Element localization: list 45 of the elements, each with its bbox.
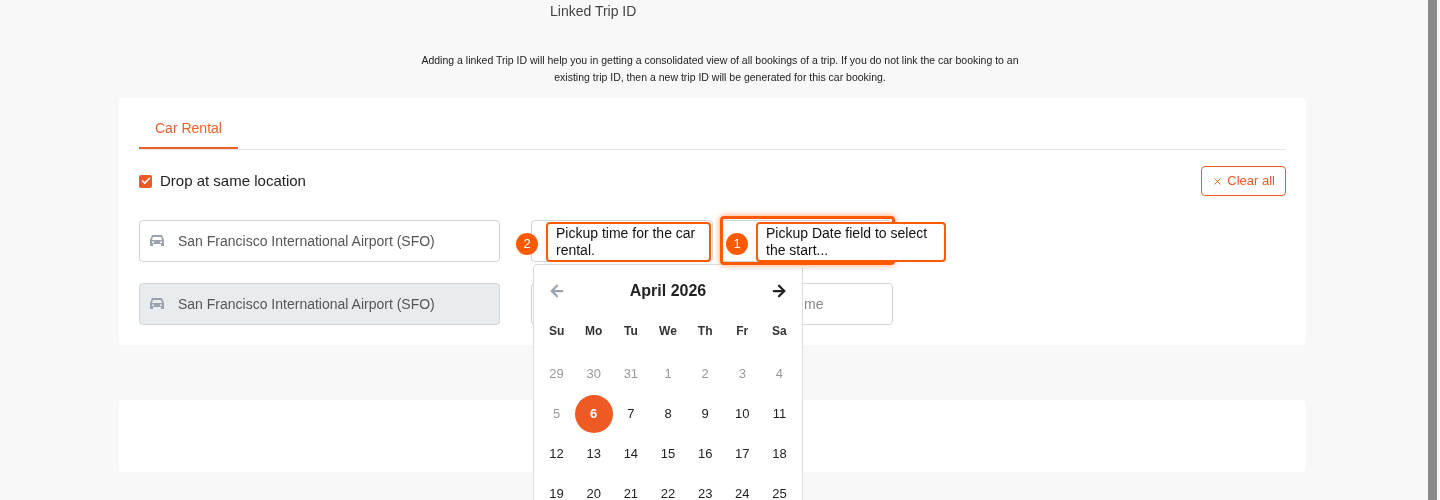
calendar-day[interactable]: 8 (649, 395, 687, 433)
calendar-day[interactable]: 22 (649, 475, 687, 500)
info-text: Adding a linked Trip ID will help you in getting a consolidated view of all bookings of a trip. If you do not link the car booking to an existing trip ID, then a new trip ID will be generated for this car booking. (420, 53, 1020, 85)
location-value: San Francisco International Airport (SFO) (178, 294, 435, 314)
weekday-label: Sa (771, 323, 788, 340)
calendar-day[interactable]: 7 (611, 395, 650, 433)
calendar-day[interactable]: 21 (611, 475, 650, 500)
close-icon (1212, 175, 1224, 187)
location-value: San Francisco International Airport (SFO) (178, 231, 435, 251)
weekday-label: Su (547, 323, 566, 340)
calendar-day[interactable]: 24 (723, 475, 762, 500)
calendar-day[interactable]: 14 (611, 435, 650, 473)
calendar-day[interactable]: 12 (537, 435, 576, 473)
tab[interactable]: Car Rental (139, 110, 238, 149)
weekday-label: Tu (622, 323, 639, 340)
month-title: April 2026 (629, 281, 707, 301)
callout-tooltip: Pickup time for the car rental. (546, 222, 711, 262)
field-label: Linked Trip ID (550, 1, 637, 21)
calendar-day[interactable]: 23 (686, 475, 725, 500)
weekday-label: Mo (584, 323, 604, 340)
next-month-icon[interactable] (770, 282, 788, 300)
checkbox-label: Drop at same location (160, 170, 306, 191)
weekday-label: We (658, 323, 678, 340)
calendar-day[interactable]: 15 (649, 435, 687, 473)
callout-tooltip: Pickup Date field to select the start... (756, 222, 946, 262)
clear-all-button[interactable]: Clear all (1201, 166, 1286, 196)
calendar-day[interactable]: 13 (574, 435, 613, 473)
calendar-day[interactable]: 9 (686, 395, 725, 433)
checkbox[interactable] (139, 174, 152, 188)
calendar-day[interactable]: 20 (574, 475, 613, 500)
step-tooltip: 2 (516, 233, 538, 255)
calendar-day[interactable]: 10 (723, 395, 762, 433)
calendar-day[interactable]: 16 (686, 435, 725, 473)
calendar-day[interactable]: 17 (723, 435, 762, 473)
calendar-day[interactable]: 11 (760, 395, 799, 433)
calendar-day[interactable]: 25 (760, 475, 799, 500)
weekday-label: Th (696, 323, 714, 340)
car-icon (148, 297, 166, 311)
location-field[interactable]: San Francisco International Airport (SFO) (139, 220, 500, 262)
time-placeholder: me (804, 294, 824, 314)
weekday-label: Fr (735, 323, 750, 340)
car-icon (148, 234, 166, 248)
scrollbar[interactable] (1428, 0, 1437, 500)
calendar-day[interactable]: 18 (760, 435, 799, 473)
calendar-day[interactable]: 19 (537, 475, 576, 500)
